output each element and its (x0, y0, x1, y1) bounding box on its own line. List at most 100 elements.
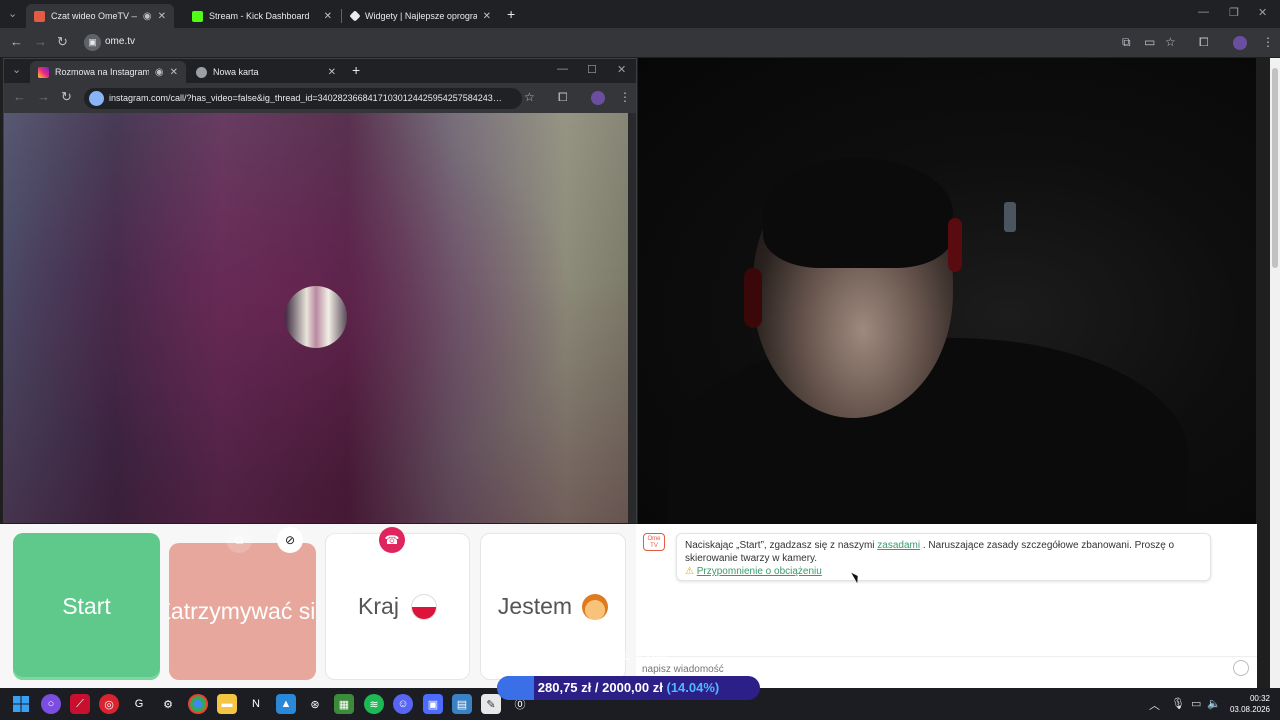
app-icon[interactable]: ▤ (452, 694, 472, 714)
tab-kick-dashboard[interactable]: Stream - Kick Dashboard ✕ (184, 4, 340, 28)
photos-icon[interactable]: ▲ (276, 694, 296, 714)
maximize-icon[interactable]: ❐ (1229, 6, 1239, 19)
tab-title: Widgety | Najlepsze oprogram… (365, 11, 477, 21)
tab-title: Czat wideo OmeTV — alter… (51, 11, 137, 21)
close-tab-icon[interactable]: ✕ (483, 11, 491, 22)
volume-icon[interactable]: 🔈 (1207, 697, 1221, 710)
tab-new-tab[interactable]: Nowa karta ✕ (188, 61, 344, 83)
spotify-icon[interactable]: ≋ (364, 694, 384, 714)
chrome-icon[interactable] (188, 694, 208, 714)
bookmark-star-icon[interactable]: ☆ (524, 90, 535, 104)
translate-icon[interactable]: ⧉ (1122, 35, 1131, 50)
new-tab-button[interactable]: + (507, 6, 515, 22)
maximize-icon[interactable]: ☐ (587, 63, 597, 76)
partner-hair (763, 158, 953, 268)
rules-link[interactable]: zasadami (877, 540, 920, 551)
app-icon[interactable]: ▣ (423, 694, 443, 714)
tab-title: Stream - Kick Dashboard (209, 11, 310, 21)
system-clock[interactable]: 00:32 03.08.2026 (1230, 693, 1270, 715)
reminder-link[interactable]: Przypomnienie o obciążeniu (697, 566, 822, 577)
profile-avatar[interactable] (591, 91, 605, 105)
tab-instagram-call[interactable]: Rozmowa na Instagramie ◉ ✕ (30, 61, 186, 83)
app-icon[interactable]: ○ (41, 694, 61, 714)
steelseries-icon[interactable]: ⚙ (158, 694, 178, 714)
outer-toolbar: ← → ↻ ▣ ome.tv ⧉ ▭ ☆ ⧠ ⋮ (0, 28, 1280, 57)
tab-widgety[interactable]: Widgety | Najlepsze oprogram… ✕ (343, 4, 499, 28)
new-tab-button[interactable]: + (352, 62, 360, 78)
emoji-picker-icon[interactable] (1233, 660, 1249, 676)
camera-off-icon[interactable]: ⊘ (277, 527, 303, 553)
address-bar[interactable]: instagram.com/call/?has_video=false&ig_t… (84, 88, 522, 109)
windows-start-icon[interactable] (11, 694, 31, 714)
close-window-icon[interactable]: ✕ (1258, 6, 1267, 19)
goal-separator: / (594, 680, 599, 695)
scrollbar-thumb[interactable] (1272, 68, 1278, 268)
network-icon[interactable]: ▭ (1191, 697, 1201, 710)
forward-icon[interactable]: → (37, 90, 50, 104)
microphone-tray-icon[interactable]: 🎙 (1171, 697, 1185, 710)
recording-icon: ◉ (142, 10, 152, 22)
tab-search-icon[interactable]: ⌄ (8, 7, 17, 20)
page-scrollbar[interactable] (1270, 58, 1280, 688)
goal-percent: (14.04%) (666, 680, 720, 695)
close-tab-icon[interactable]: ✕ (158, 11, 166, 22)
tab-search-icon[interactable]: ⌄ (12, 63, 21, 76)
discord-icon[interactable]: ☺ (393, 694, 413, 714)
back-icon[interactable]: ← (13, 90, 26, 104)
app-icon[interactable]: ▦ (334, 694, 354, 714)
country-select-button[interactable]: Kraj (325, 533, 470, 680)
close-tab-icon[interactable]: ✕ (328, 67, 336, 78)
reload-icon[interactable]: ↻ (57, 35, 68, 49)
clock-date: 03.08.2026 (1229, 705, 1270, 714)
scrollbar[interactable] (628, 113, 636, 523)
stop-label: Zatrzymywać się (169, 598, 316, 624)
extensions-icon[interactable]: ⧠ (1199, 35, 1209, 50)
ometv-controls: Start Zatrzymywać się Kraj Jestem (0, 524, 636, 688)
minimize-icon[interactable]: — (557, 63, 568, 75)
extensions-icon[interactable]: ⧠ (558, 90, 568, 105)
menu-kebab-icon[interactable]: ⋮ (619, 90, 631, 104)
bookmark-star-icon[interactable]: ☆ (1165, 35, 1176, 49)
headphones (744, 268, 762, 328)
tab-ometv[interactable]: Czat wideo OmeTV — alter… ◉ ✕ (26, 4, 174, 28)
back-icon[interactable]: ← (10, 35, 23, 49)
steam-icon[interactable]: ⊛ (305, 694, 325, 714)
end-call-icon[interactable]: ☎ (379, 527, 405, 553)
site-info-icon[interactable]: ▣ (84, 34, 101, 51)
caller-avatar (285, 286, 347, 348)
inner-tab-bar: ⌄ Rozmowa na Instagramie ◉ ✕ Nowa karta … (4, 59, 636, 83)
site-info-icon[interactable] (89, 91, 104, 106)
file-explorer-icon[interactable]: ▬ (217, 694, 237, 714)
goal-title: FOTEL + 24h (588, 648, 668, 663)
minimize-icon[interactable]: — (1198, 6, 1209, 18)
message-input[interactable] (642, 661, 1222, 677)
background-object (1004, 202, 1016, 232)
ometv-favicon-icon (34, 10, 45, 22)
app-icon[interactable]: ⟋ (70, 694, 90, 714)
notion-icon[interactable]: N (246, 694, 266, 714)
menu-kebab-icon[interactable]: ⋮ (1262, 35, 1274, 49)
app-icon[interactable]: G (129, 694, 149, 714)
app-icon[interactable]: ◎ (99, 694, 119, 714)
reload-icon[interactable]: ↻ (61, 90, 72, 104)
screen-share-icon[interactable]: ⧉ (226, 527, 252, 553)
forward-icon[interactable]: → (34, 35, 47, 49)
close-window-icon[interactable]: ✕ (617, 63, 626, 76)
headphones (948, 218, 962, 272)
donation-goal-bar: 280,75 zł / 2000,00 zł (14.04%) (497, 676, 760, 700)
close-tab-icon[interactable]: ✕ (170, 67, 178, 78)
instagram-favicon-icon (38, 66, 49, 78)
address-bar[interactable]: ▣ ome.tv (80, 32, 1110, 53)
microphone-icon[interactable]: 🎙 (328, 527, 354, 553)
tab-title: Rozmowa na Instagramie (55, 67, 149, 77)
close-tab-icon[interactable]: ✕ (324, 11, 332, 22)
start-button[interactable]: Start (13, 533, 160, 680)
chrome-favicon-icon (196, 66, 207, 78)
profile-avatar[interactable] (1233, 36, 1247, 50)
tray-expand-icon[interactable]: ︿ (1149, 697, 1160, 713)
stop-button[interactable]: Zatrzymywać się (169, 543, 316, 680)
notice-text: Naciskając „Start”, zgadzasz się z naszy… (685, 540, 878, 551)
goal-raised: 280,75 zł (537, 680, 592, 695)
chat-panel: Ome TV Naciskając „Start”, zgadzasz się … (636, 524, 1257, 688)
cast-icon[interactable]: ▭ (1144, 35, 1155, 49)
